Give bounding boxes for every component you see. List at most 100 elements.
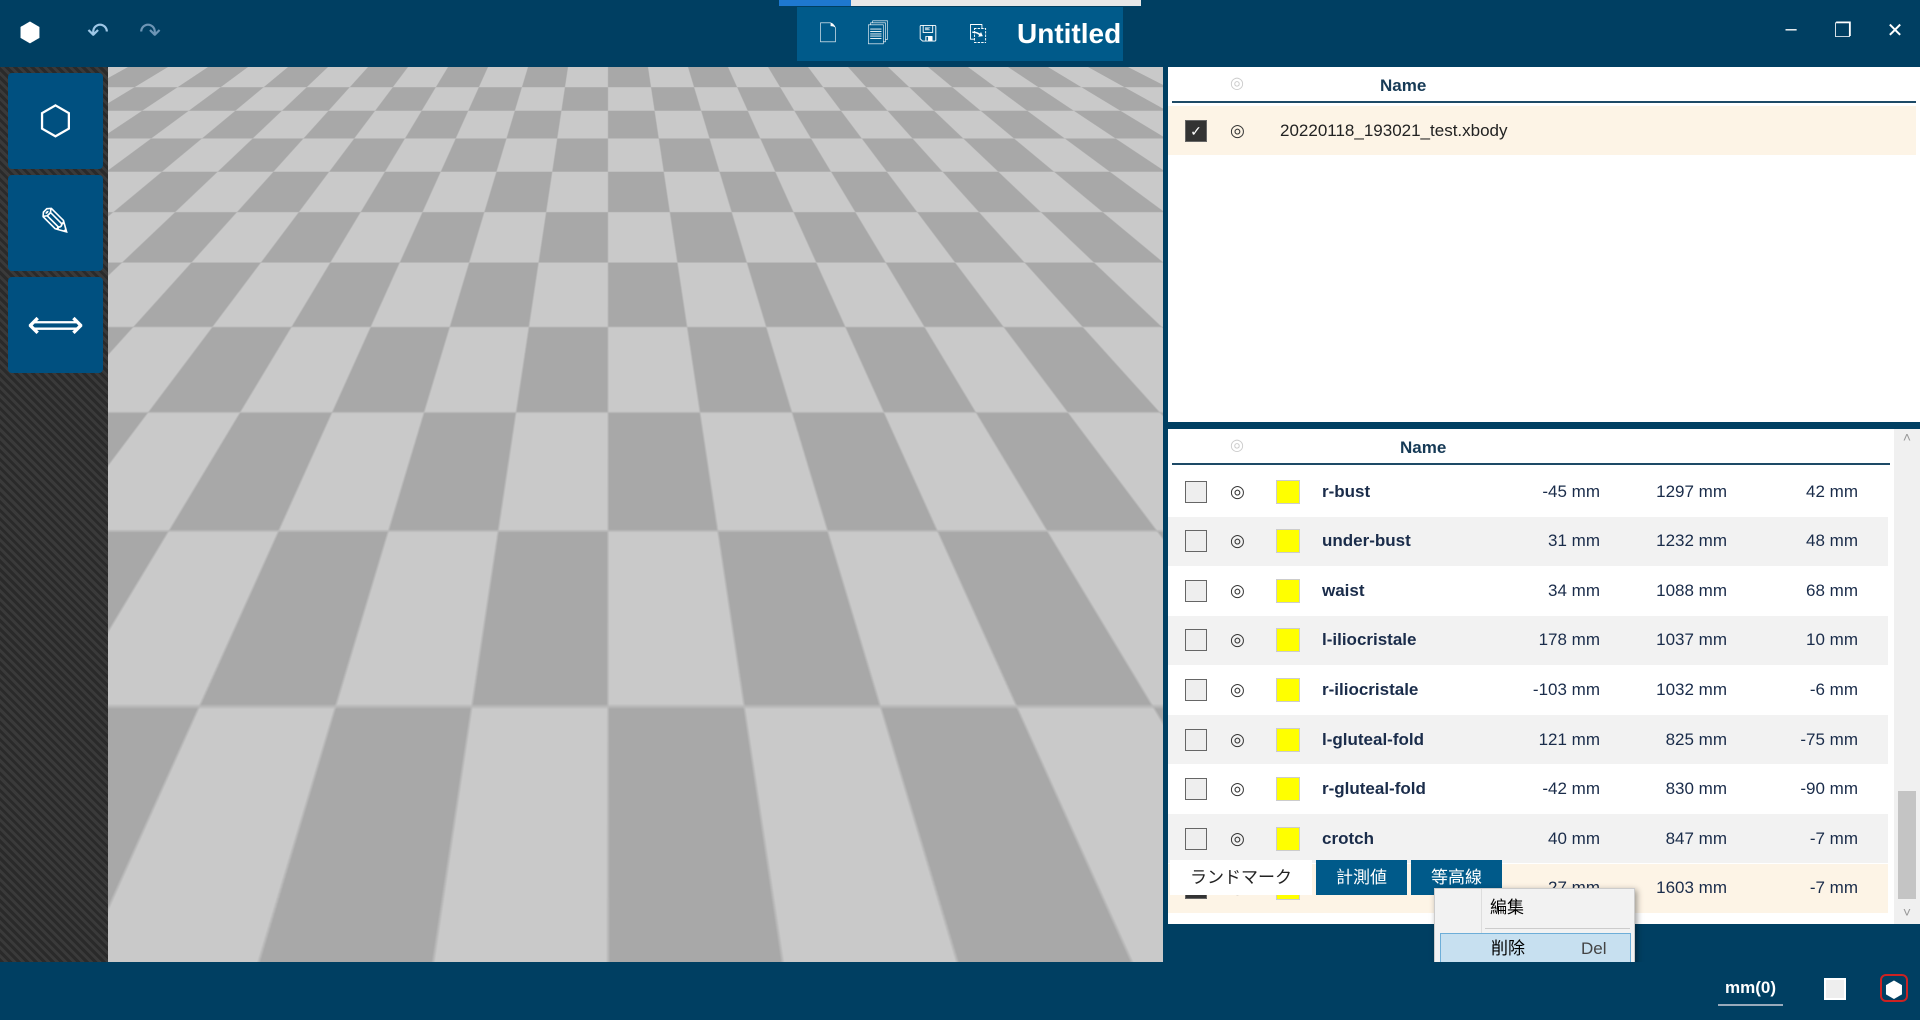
context-menu: 編集 削除 Del [1434, 888, 1635, 970]
color-swatch[interactable] [1276, 777, 1300, 802]
landmark-y: 847 mm [1665, 828, 1727, 848]
measure-tool[interactable]: ✎ [8, 175, 103, 271]
landmark-row[interactable]: ◎ r-gluteal-fold -42 mm 830 mm -90 mm [1168, 764, 1888, 814]
landmark-z: -75 mm [1800, 729, 1858, 749]
tab-measurements[interactable]: 計測値 [1316, 860, 1407, 895]
eye-icon[interactable]: ◎ [1230, 121, 1245, 141]
cube-body-icon: ⬡ [38, 99, 73, 143]
landmark-x: -42 mm [1542, 779, 1600, 799]
app-logo-icon[interactable]: ⬢ [12, 14, 48, 50]
eye-icon[interactable]: ◎ [1230, 779, 1245, 799]
color-swatch[interactable] [1276, 826, 1300, 851]
scrollbar[interactable]: ˄ ˅ [1894, 429, 1920, 924]
landmark-y: 1297 mm [1656, 481, 1727, 501]
menu-item-delete[interactable]: 削除 Del [1440, 933, 1631, 963]
landmark-name: l-iliocristale [1322, 630, 1417, 650]
landmark-row[interactable]: ◎ l-iliocristale 178 mm 1037 mm 10 mm [1168, 615, 1888, 665]
tab-landmarks[interactable]: ランドマーク [1170, 860, 1312, 895]
landmark-z: -90 mm [1800, 779, 1858, 799]
menu-edit-label: 編集 [1490, 898, 1524, 917]
open-file-icon[interactable]: 🗐 [859, 15, 897, 53]
frame-toggle-icon[interactable] [1824, 978, 1846, 1000]
landmark-z: -7 mm [1809, 828, 1858, 848]
landmark-row[interactable]: ◎ under-bust 31 mm 1232 mm 48 mm [1168, 516, 1888, 566]
eye-header-icon[interactable]: ◎ [1230, 435, 1244, 455]
landmark-row[interactable]: ◎ crotch 40 mm 847 mm -7 mm [1168, 814, 1888, 864]
eye-icon[interactable]: ◎ [1230, 829, 1245, 849]
landmark-checkbox[interactable] [1185, 728, 1207, 751]
landmark-name: r-bust [1322, 481, 1371, 501]
landmark-y: 1603 mm [1656, 878, 1727, 898]
body-model[interactable] [108, 67, 1163, 962]
pencil-ruler-icon: ✎ [38, 201, 73, 245]
eye-icon[interactable]: ◎ [1230, 581, 1245, 601]
landmark-checkbox[interactable] [1185, 530, 1207, 553]
save-icon[interactable]: 🖫 [909, 15, 947, 53]
landmark-checkbox[interactable] [1185, 629, 1207, 652]
file-list: ◎ Name ✓ ◎ 20220118_193021_test.xbody [1168, 67, 1920, 422]
landmark-y: 1232 mm [1656, 531, 1727, 551]
eye-header-icon[interactable]: ◎ [1230, 73, 1244, 93]
color-swatch[interactable] [1276, 727, 1300, 752]
landmark-checkbox[interactable] [1185, 579, 1207, 602]
3d-viewport[interactable]: ⬡ ≡ F R T [108, 67, 1163, 962]
color-swatch[interactable] [1276, 628, 1300, 653]
landmark-z: 68 mm [1806, 580, 1858, 600]
name-column-header[interactable]: Name [1380, 76, 1426, 96]
unit-selector[interactable]: mm(0) [1718, 978, 1784, 1006]
landmark-x: 121 mm [1538, 729, 1600, 749]
file-name: 20220118_193021_test.xbody [1280, 120, 1508, 140]
menu-delete-shortcut: Del [1581, 939, 1607, 958]
eye-icon[interactable]: ◎ [1230, 482, 1245, 502]
redo-icon[interactable]: ↷ [132, 14, 168, 50]
eye-icon[interactable]: ◎ [1230, 680, 1245, 700]
scroll-thumb[interactable] [1898, 791, 1916, 899]
file-row[interactable]: ✓ ◎ 20220118_193021_test.xbody [1168, 106, 1916, 155]
new-file-icon[interactable]: 🗋 [809, 15, 847, 53]
menu-item-edit[interactable]: 編集 [1440, 893, 1631, 923]
maximize-button[interactable]: ❐ [1828, 18, 1858, 43]
color-swatch[interactable] [1276, 677, 1300, 702]
landmark-row[interactable]: ◎ waist 34 mm 1088 mm 68 mm [1168, 566, 1888, 616]
landmark-checkbox[interactable] [1185, 678, 1207, 701]
name-column-header[interactable]: Name [1400, 438, 1446, 458]
landmark-name: under-bust [1322, 531, 1411, 551]
landmark-row[interactable]: ◎ l-gluteal-fold 121 mm 825 mm -75 mm [1168, 715, 1888, 764]
landmark-list-header: ◎ Name [1172, 429, 1890, 465]
title-bar: ⬢ ↶ ↷ 🗋 🗐 🖫 ⎘ Untitled – ❐ ✕ [0, 0, 1920, 67]
landmark-y: 1037 mm [1656, 630, 1727, 650]
landmark-y: 1032 mm [1656, 679, 1727, 699]
distance-tool[interactable]: ⟺ [8, 277, 103, 373]
color-swatch[interactable] [1276, 479, 1300, 504]
save-as-icon[interactable]: ⎘ [959, 15, 997, 53]
eye-icon[interactable]: ◎ [1230, 630, 1245, 650]
nose-landmark [645, 241, 653, 249]
color-swatch[interactable] [1276, 529, 1300, 554]
scroll-up-icon[interactable]: ˄ [1894, 429, 1920, 445]
landmark-checkbox[interactable] [1185, 480, 1207, 503]
app-badge-icon[interactable]: ⬢ [1880, 974, 1908, 1002]
landmark-y: 1088 mm [1656, 580, 1727, 600]
landmark-row[interactable]: ◎ r-bust -45 mm 1297 mm 42 mm [1168, 467, 1888, 516]
body-model-tool[interactable]: ⬡ [8, 73, 103, 169]
landmark-x: -103 mm [1532, 679, 1600, 699]
landmark-list: ◎ Name ◎ r-bust -45 mm 1297 mm 42 mm ◎ u… [1168, 429, 1920, 924]
landmark-name: crotch [1322, 828, 1374, 848]
landmark-x: 31 mm [1548, 531, 1600, 551]
close-button[interactable]: ✕ [1880, 18, 1910, 43]
landmark-checkbox[interactable] [1185, 778, 1207, 801]
color-swatch[interactable] [1276, 578, 1300, 603]
eye-icon[interactable]: ◎ [1230, 730, 1245, 750]
scroll-down-icon[interactable]: ˅ [1894, 904, 1920, 920]
file-group: 🗋 🗐 🖫 ⎘ Untitled [797, 7, 1123, 61]
cube-front[interactable]: F [1023, 862, 1068, 908]
landmark-x: -45 mm [1542, 481, 1600, 501]
minimize-button[interactable]: – [1776, 18, 1806, 41]
file-visible-checkbox[interactable]: ✓ [1185, 119, 1207, 142]
landmark-row[interactable]: ◎ r-iliocristale -103 mm 1032 mm -6 mm [1168, 665, 1888, 715]
file-tab-indicator [779, 0, 1141, 6]
landmark-checkbox[interactable] [1185, 827, 1207, 850]
eye-icon[interactable]: ◎ [1230, 531, 1245, 551]
undo-icon[interactable]: ↶ [80, 14, 116, 50]
landmark-x: 178 mm [1538, 630, 1600, 650]
